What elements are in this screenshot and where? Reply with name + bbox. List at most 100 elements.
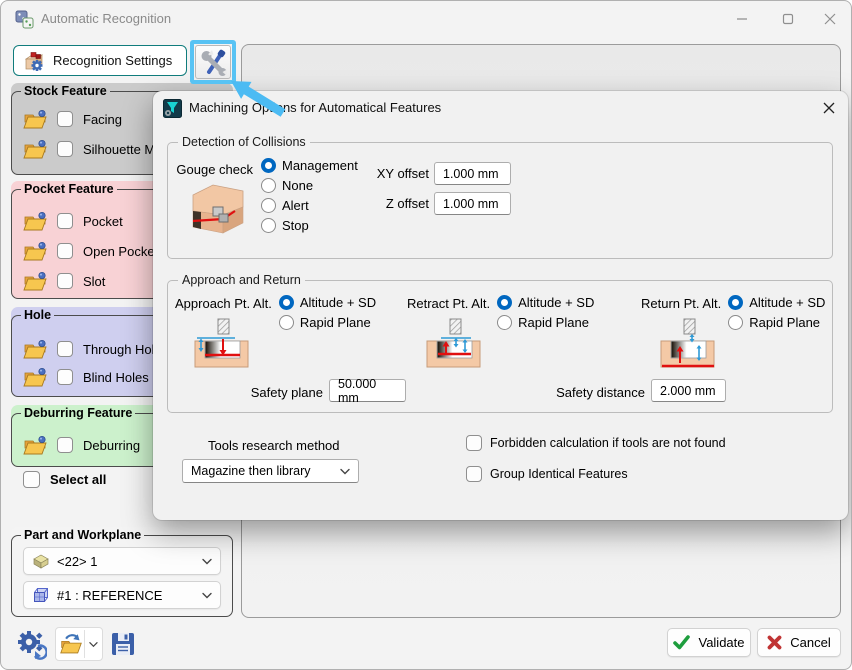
group-identical-features-label: Group Identical Features: [490, 467, 628, 481]
folder-icon[interactable]: [23, 271, 47, 291]
radio-option-management[interactable]: Management: [261, 158, 358, 173]
retract-altitude-sd-radio[interactable]: Altitude + SD: [497, 295, 594, 310]
settings-gear-button[interactable]: [13, 627, 49, 663]
radio-option-alert[interactable]: Alert: [261, 198, 358, 213]
xy-offset-value: 1.000 mm: [443, 167, 499, 181]
silhouette-checkbox[interactable]: [57, 141, 73, 157]
radio-label: Rapid Plane: [749, 315, 820, 330]
wrench-screwdriver-icon: [200, 49, 227, 76]
feature-label: Silhouette M: [83, 142, 155, 157]
safety-plane-field[interactable]: 50.000 mm: [329, 379, 406, 402]
save-floppy-icon: [109, 630, 137, 658]
feature-label: Through Hol: [83, 342, 155, 357]
radio-option-none[interactable]: None: [261, 178, 358, 193]
feature-row-slot: Slot: [23, 269, 105, 293]
radio-icon: [497, 295, 512, 310]
deburring-checkbox[interactable]: [57, 437, 73, 453]
minimize-button[interactable]: [720, 1, 764, 37]
safety-distance-field[interactable]: 2.000 mm: [651, 379, 726, 402]
select-all-label: Select all: [50, 472, 106, 487]
folder-icon[interactable]: [23, 211, 47, 231]
folder-icon[interactable]: [23, 109, 47, 129]
radio-option-stop[interactable]: Stop: [261, 218, 358, 233]
part-workplane-title: Part and Workplane: [21, 528, 144, 542]
chevron-down-icon[interactable]: [89, 641, 98, 648]
folder-icon[interactable]: [23, 241, 47, 261]
radio-icon: [279, 295, 294, 310]
gear-refresh-icon: [15, 629, 47, 661]
folder-icon[interactable]: [23, 139, 47, 159]
split-divider: [84, 630, 85, 658]
radio-icon: [261, 158, 276, 173]
stock-feature-title: Stock Feature: [21, 84, 110, 98]
part-dropdown[interactable]: <22> 1: [23, 547, 221, 575]
radio-label: Alert: [282, 198, 309, 213]
machining-options-button[interactable]: [195, 45, 231, 79]
approach-altitude-sd-radio[interactable]: Altitude + SD: [279, 295, 376, 310]
hole-title: Hole: [21, 308, 54, 322]
close-button[interactable]: [808, 1, 852, 37]
retract-rapid-plane-radio[interactable]: Rapid Plane: [497, 315, 594, 330]
radio-icon: [728, 295, 743, 310]
collisions-group-title: Detection of Collisions: [178, 135, 310, 149]
feature-row-silhouette: Silhouette M: [23, 137, 155, 161]
radio-label: Management: [282, 158, 358, 173]
folder-icon[interactable]: [23, 339, 47, 359]
maximize-button[interactable]: [766, 1, 810, 37]
group-identical-features-checkbox[interactable]: [466, 466, 482, 482]
collision-diagram-icon: [189, 181, 247, 236]
close-icon: [824, 13, 836, 25]
select-all-row: Select all: [23, 471, 106, 488]
return-diagram-icon: [659, 317, 717, 373]
select-all-checkbox[interactable]: [23, 471, 40, 488]
radio-icon: [728, 315, 743, 330]
recognition-settings-button[interactable]: Recognition Settings: [13, 45, 187, 76]
return-altitude-sd-radio[interactable]: Altitude + SD: [728, 295, 825, 310]
save-button[interactable]: [107, 628, 139, 660]
xy-offset-field[interactable]: 1.000 mm: [434, 162, 511, 185]
xy-offset-label: XY offset: [359, 166, 429, 181]
through-holes-checkbox[interactable]: [57, 341, 73, 357]
approach-rapid-plane-radio[interactable]: Rapid Plane: [279, 315, 376, 330]
gouge-check-label: Gouge check: [167, 162, 253, 177]
gouge-check-radio-group: Management None Alert Stop: [261, 158, 358, 233]
recognition-settings-icon: [23, 50, 45, 72]
radio-label: Altitude + SD: [749, 295, 825, 310]
safety-plane-value: 50.000 mm: [338, 377, 397, 405]
approach-and-return-group: Approach and Return Approach Pt. Alt. Al…: [167, 273, 833, 413]
return-rapid-plane-radio[interactable]: Rapid Plane: [728, 315, 825, 330]
feature-row-open-pocket: Open Pocket: [23, 239, 158, 263]
feature-row-facing: Facing: [23, 107, 122, 131]
folder-icon[interactable]: [23, 367, 47, 387]
slot-checkbox[interactable]: [57, 273, 73, 289]
workplane-dropdown[interactable]: #1 : REFERENCE: [23, 581, 221, 609]
validate-button[interactable]: Validate: [667, 628, 751, 657]
open-file-split-button[interactable]: [55, 627, 103, 661]
machining-options-dialog: Machining Options for Automatical Featur…: [153, 91, 848, 520]
feature-label: Blind Holes: [83, 370, 149, 385]
dialog-close-button[interactable]: [818, 97, 840, 119]
radio-icon: [279, 315, 294, 330]
feature-row-pocket: Pocket: [23, 209, 123, 233]
cancel-label: Cancel: [790, 635, 830, 650]
blind-holes-checkbox[interactable]: [57, 369, 73, 385]
z-offset-field[interactable]: 1.000 mm: [434, 192, 511, 215]
part-workplane-group: Part and Workplane <22> 1 #1 : REFERENCE: [11, 527, 233, 617]
folder-icon[interactable]: [23, 435, 47, 455]
close-icon: [823, 102, 835, 114]
workplane-value: #1 : REFERENCE: [57, 588, 195, 603]
detection-of-collisions-group: Detection of Collisions Gouge check Mana…: [167, 135, 833, 259]
cancel-button[interactable]: Cancel: [757, 628, 841, 657]
facing-checkbox[interactable]: [57, 111, 73, 127]
title-bar: Automatic Recognition: [1, 1, 852, 37]
forbidden-calculation-checkbox[interactable]: [466, 435, 482, 451]
automatic-recognition-window: Automatic Recognition: [0, 0, 852, 670]
open-pocket-checkbox[interactable]: [57, 243, 73, 259]
feature-row-blind-holes: Blind Holes: [23, 365, 149, 389]
pocket-checkbox[interactable]: [57, 213, 73, 229]
z-offset-value: 1.000 mm: [443, 197, 499, 211]
machining-options-icon: [163, 99, 182, 118]
tools-research-method-dropdown[interactable]: Magazine then library: [182, 459, 359, 483]
workplane-icon: [32, 586, 50, 604]
tools-research-method-label: Tools research method: [208, 438, 340, 453]
